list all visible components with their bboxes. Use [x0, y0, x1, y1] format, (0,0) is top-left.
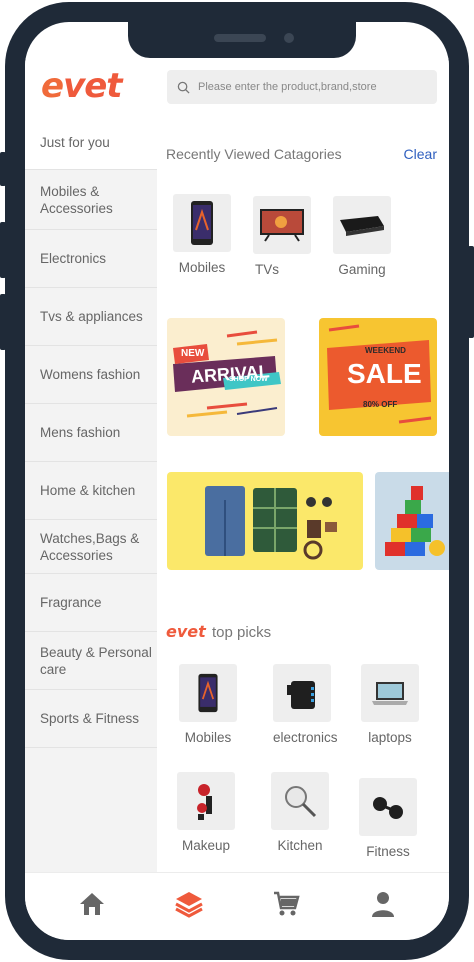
top-pick-laptops[interactable]: laptops [361, 664, 419, 745]
content-area: Just for you Mobiles & Accessories Elect… [25, 116, 449, 872]
building-blocks-illustration [385, 486, 445, 556]
weekend-sale-banner[interactable]: WEEKEND SALE 80% OFF [319, 318, 437, 436]
mens-fashion-banner[interactable] [167, 472, 363, 570]
sidebar-item-electronics[interactable]: Electronics [25, 230, 157, 288]
sidebar-item-womens-fashion[interactable]: Womens fashion [25, 346, 157, 404]
evet-logo[interactable]: evet [41, 66, 123, 106]
category-sidebar: Just for you Mobiles & Accessories Elect… [25, 116, 157, 872]
sidebar-item-mobiles[interactable]: Mobiles & Accessories [25, 170, 157, 230]
sidebar-item-just-for-you[interactable]: Just for you [25, 116, 157, 170]
sidebar-item-home-kitchen[interactable]: Home & kitchen [25, 462, 157, 520]
game-console-icon [340, 216, 384, 236]
recent-item-label: TVs [255, 262, 280, 277]
recent-item-label: Gaming [338, 262, 386, 277]
top-pick-electronics[interactable]: electronics [273, 664, 338, 745]
weekend-label: WEEKEND [365, 346, 406, 355]
new-label: NEW [181, 348, 205, 359]
recent-item-gaming[interactable]: Gaming [333, 196, 391, 277]
top-pick-label: Kitchen [277, 838, 323, 853]
tab-categories[interactable] [169, 884, 209, 924]
layers-icon [174, 891, 203, 918]
sidebar-item-sports-fitness[interactable]: Sports & Fitness [25, 690, 157, 748]
sidebar-item-mens-fashion[interactable]: Mens fashion [25, 404, 157, 462]
clear-button[interactable]: Clear [404, 146, 437, 162]
top-pick-label: Mobiles [184, 730, 232, 745]
phone-side-button [0, 294, 6, 350]
user-icon [371, 891, 394, 917]
smartphone-icon [198, 673, 218, 713]
tab-profile[interactable] [363, 884, 403, 924]
top-pick-label: laptops [368, 730, 412, 745]
laptop-icon [372, 682, 408, 705]
sale-label: SALE [347, 358, 422, 389]
phone-side-button [0, 222, 6, 278]
main-panel: Recently Viewed Catagories Clear Mobiles… [157, 116, 449, 872]
home-icon [79, 892, 104, 915]
evet-mini-logo: evet [166, 622, 206, 641]
search-bar[interactable] [167, 70, 437, 104]
sidebar-item-tvs[interactable]: Tvs & appliances [25, 288, 157, 346]
phone-notch [128, 22, 356, 58]
discount-label: 80% OFF [363, 400, 398, 409]
recent-item-label: Mobiles [178, 260, 226, 275]
clothing-illustration [205, 486, 337, 560]
bottom-tab-bar [25, 872, 449, 940]
toys-banner[interactable] [375, 472, 449, 570]
search-input[interactable] [198, 81, 428, 93]
smartphone-icon [191, 201, 213, 245]
top-pick-label: electronics [273, 730, 338, 745]
tab-cart[interactable] [266, 884, 306, 924]
top-pick-kitchen[interactable]: Kitchen [271, 772, 329, 853]
recent-item-mobiles[interactable]: Mobiles [173, 194, 231, 275]
sidebar-item-fragrance[interactable]: Fragrance [25, 574, 157, 632]
front-camera [284, 33, 294, 43]
top-pick-label: Fitness [366, 844, 410, 859]
top-pick-makeup[interactable]: Makeup [177, 772, 235, 853]
recently-viewed-title: Recently Viewed Catagories [166, 146, 342, 162]
sidebar-item-beauty[interactable]: Beauty & Personal care [25, 632, 157, 690]
tv-icon [260, 209, 304, 242]
top-pick-fitness[interactable]: Fitness [359, 778, 417, 859]
speaker-grille [214, 34, 266, 42]
shop-now-label: SHOP NOW [229, 376, 268, 383]
app-screen: evet Just for you Mobiles & Accessories … [25, 22, 449, 940]
top-pick-label: Makeup [181, 838, 231, 853]
phone-frame: evet Just for you Mobiles & Accessories … [5, 2, 469, 960]
phone-side-button [0, 152, 6, 186]
charger-icon [287, 681, 315, 709]
dumbbell-icon [373, 797, 403, 819]
search-icon [177, 81, 190, 94]
top-pick-mobiles[interactable]: Mobiles [179, 664, 237, 745]
magnifier-icon [285, 786, 317, 818]
recent-item-tvs[interactable]: TVs [253, 196, 311, 277]
new-arrival-banner[interactable]: NEW ARRIVAL SHOP NOW [167, 318, 285, 436]
cart-icon [273, 891, 300, 915]
sidebar-item-watches-bags[interactable]: Watches,Bags & Accessories [25, 520, 157, 574]
top-picks-label: top picks [211, 624, 272, 641]
phone-power-button [468, 246, 474, 338]
makeup-icon [197, 784, 212, 820]
app-header: evet [25, 58, 449, 116]
tab-home[interactable] [72, 884, 112, 924]
top-picks-title: evet top picks [166, 622, 271, 641]
